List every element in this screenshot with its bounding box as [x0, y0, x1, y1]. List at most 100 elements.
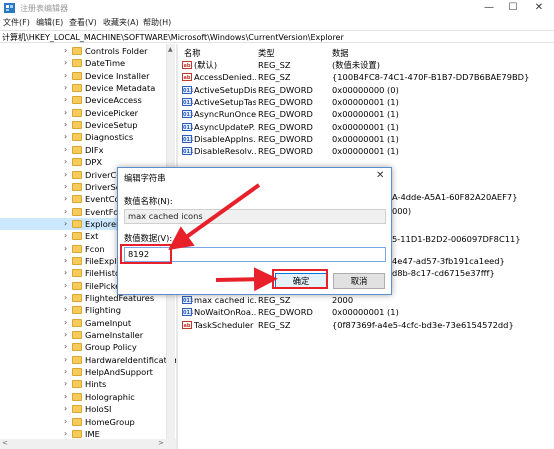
maximize-button[interactable]: ☐ — [500, 1, 526, 15]
chevron-right-icon[interactable]: › — [64, 378, 67, 390]
value-row[interactable]: 011 AsyncUpdateP... REG_DWORD 0x00000001 (1… — [178, 121, 554, 133]
tree-item[interactable]: › Device Metadata — [0, 82, 166, 94]
chevron-right-icon[interactable]: › — [64, 267, 67, 279]
menu-edit[interactable]: 编辑(E) — [36, 17, 63, 28]
scroll-right-icon[interactable]: > — [158, 439, 164, 447]
tree-horizontal-scrollbar[interactable]: < > — [0, 439, 176, 449]
string-value-icon: ab — [182, 61, 192, 69]
chevron-right-icon[interactable]: › — [64, 416, 67, 428]
chevron-right-icon[interactable]: › — [64, 230, 67, 242]
folder-icon — [72, 182, 82, 191]
menu-file[interactable]: 文件(F) — [3, 17, 30, 28]
value-name-label: 数值名称(N): — [124, 196, 173, 206]
chevron-right-icon[interactable]: › — [64, 181, 67, 193]
value-data: 0x00000001 (1) — [332, 307, 399, 318]
menu-favorites[interactable]: 收藏夹(A) — [103, 17, 139, 28]
chevron-right-icon[interactable]: › — [64, 156, 67, 168]
tree-item-label: HelpAndSupport — [85, 367, 153, 378]
column-header-name[interactable]: 名称 — [184, 47, 201, 59]
tree-item[interactable]: › HardwareIdentification — [0, 354, 176, 366]
tree-item[interactable]: › DIFx — [0, 144, 166, 156]
value-row[interactable]: ab (默认) REG_SZ (数值未设置) — [178, 59, 554, 71]
tree-item[interactable]: › Diagnostics — [0, 131, 166, 143]
chevron-right-icon[interactable]: › — [64, 341, 67, 353]
chevron-right-icon[interactable]: › — [64, 131, 67, 143]
tree-item[interactable]: › HelpAndSupport — [0, 366, 166, 378]
value-row[interactable]: 011ActiveSetupDis...REG_DWORD 0x00000000 … — [178, 84, 554, 96]
tree-item[interactable]: › HoloSI — [0, 403, 166, 415]
value-row[interactable]: ab AccessDenied... REG_SZ {100B4FC8-74C1-47… — [178, 71, 554, 83]
address-path[interactable]: 计算机\HKEY_LOCAL_MACHINE\SOFTWARE\Microsof… — [2, 32, 344, 43]
dialog-close-icon[interactable]: ✕ — [376, 170, 384, 181]
tree-item[interactable]: › GameInstaller — [0, 329, 166, 341]
chevron-right-icon[interactable]: › — [64, 280, 67, 292]
chevron-right-icon[interactable]: › — [64, 206, 67, 218]
tree-item[interactable]: › Group Policy — [0, 341, 166, 353]
address-bar[interactable]: 计算机\HKEY_LOCAL_MACHINE\SOFTWARE\Microsof… — [0, 30, 554, 43]
chevron-right-icon[interactable]: › — [64, 243, 67, 255]
chevron-right-icon[interactable]: › — [64, 304, 67, 316]
chevron-right-icon[interactable]: › — [64, 119, 67, 131]
close-window-button[interactable]: ✕ — [526, 1, 552, 15]
tree-item[interactable]: › Hints — [0, 378, 166, 390]
scroll-up-icon[interactable]: ▲ — [168, 46, 173, 53]
tree-item[interactable]: › DateTime — [0, 57, 166, 69]
value-row[interactable]: ab TaskScheduler REG_SZ {0f87369f-a4e5-4cfc… — [178, 319, 554, 331]
tree-item[interactable]: › Controls Folder — [0, 45, 166, 57]
tree-item[interactable]: › DeviceSetup — [0, 119, 166, 131]
chevron-right-icon[interactable]: › — [64, 70, 67, 82]
chevron-right-icon[interactable]: › — [64, 218, 67, 230]
edit-string-dialog: 编辑字符串 ✕ 数值名称(N): max cached icons 数值数据(V… — [117, 167, 392, 295]
tree-item-label: Hints — [85, 379, 107, 390]
chevron-right-icon[interactable]: › — [64, 45, 67, 57]
value-row[interactable]: 011ActiveSetupTas...REG_DWORD 0x00000001 … — [178, 96, 554, 108]
chevron-right-icon[interactable]: › — [64, 317, 67, 329]
value-row[interactable]: 011 max cached ic... REG_SZ 2000 — [178, 294, 554, 306]
chevron-right-icon[interactable]: › — [64, 57, 67, 69]
tree-item-label: DriverCo — [85, 169, 122, 180]
chevron-right-icon[interactable]: › — [64, 255, 67, 267]
chevron-right-icon[interactable]: › — [64, 144, 67, 156]
folder-icon — [72, 158, 82, 167]
column-header-type[interactable]: 类型 — [258, 47, 275, 59]
chevron-right-icon[interactable]: › — [64, 292, 67, 304]
tree-item-label: HardwareIdentification — [85, 354, 176, 365]
cancel-button[interactable]: 取消 — [333, 273, 385, 289]
chevron-right-icon[interactable]: › — [64, 193, 67, 205]
value-row[interactable]: 011 NoWaitOnRoa... REG_DWORD 0x00000001 (1) — [178, 306, 554, 318]
chevron-right-icon[interactable]: › — [64, 354, 67, 366]
value-data-fragment: 4e47-ad57-3fb191ca1eed} — [392, 256, 505, 266]
chevron-right-icon[interactable]: › — [64, 94, 67, 106]
tree-item[interactable]: › Holographic — [0, 391, 166, 403]
chevron-right-icon[interactable]: › — [64, 82, 67, 94]
folder-icon — [72, 108, 82, 117]
chevron-right-icon[interactable]: › — [64, 403, 67, 415]
minimize-button[interactable]: — — [476, 1, 502, 15]
chevron-right-icon[interactable]: › — [64, 366, 67, 378]
folder-icon — [72, 269, 82, 278]
column-header-data[interactable]: 数据 — [332, 47, 349, 59]
menu-help[interactable]: 帮助(H) — [143, 17, 171, 28]
tree-item-label: GameInput — [85, 317, 132, 328]
chevron-right-icon[interactable]: › — [64, 391, 67, 403]
chevron-right-icon[interactable]: › — [64, 329, 67, 341]
tree-item[interactable]: › Flighting — [0, 304, 166, 316]
value-row[interactable]: 011 DisableAppIns... REG_DWORD 0x00000001 (… — [178, 133, 554, 145]
chevron-right-icon[interactable]: › — [64, 169, 67, 181]
tree-item[interactable]: › Device Installer — [0, 70, 166, 82]
tree-item[interactable]: › HomeGroup — [0, 416, 166, 428]
dialog-title: 编辑字符串 — [124, 173, 166, 183]
folder-icon — [72, 429, 82, 438]
tree-item[interactable]: › DeviceAccess — [0, 94, 166, 106]
tree-item-label: DIFx — [85, 144, 104, 155]
chevron-right-icon[interactable]: › — [64, 107, 67, 119]
tree-item[interactable]: › DevicePicker — [0, 107, 166, 119]
value-row[interactable]: 011 DisableResolv... REG_DWORD 0x00000001 (… — [178, 145, 554, 157]
value-type: REG_DWORD — [258, 307, 313, 318]
menu-view[interactable]: 查看(V) — [69, 17, 97, 28]
binary-value-icon: 011 — [182, 147, 194, 156]
regedit-icon — [4, 3, 15, 13]
scroll-left-icon[interactable]: < — [2, 439, 8, 447]
tree-item[interactable]: › GameInput — [0, 317, 166, 329]
value-row[interactable]: 011 AsyncRunOnce REG_DWORD 0x00000001 (1) — [178, 108, 554, 120]
